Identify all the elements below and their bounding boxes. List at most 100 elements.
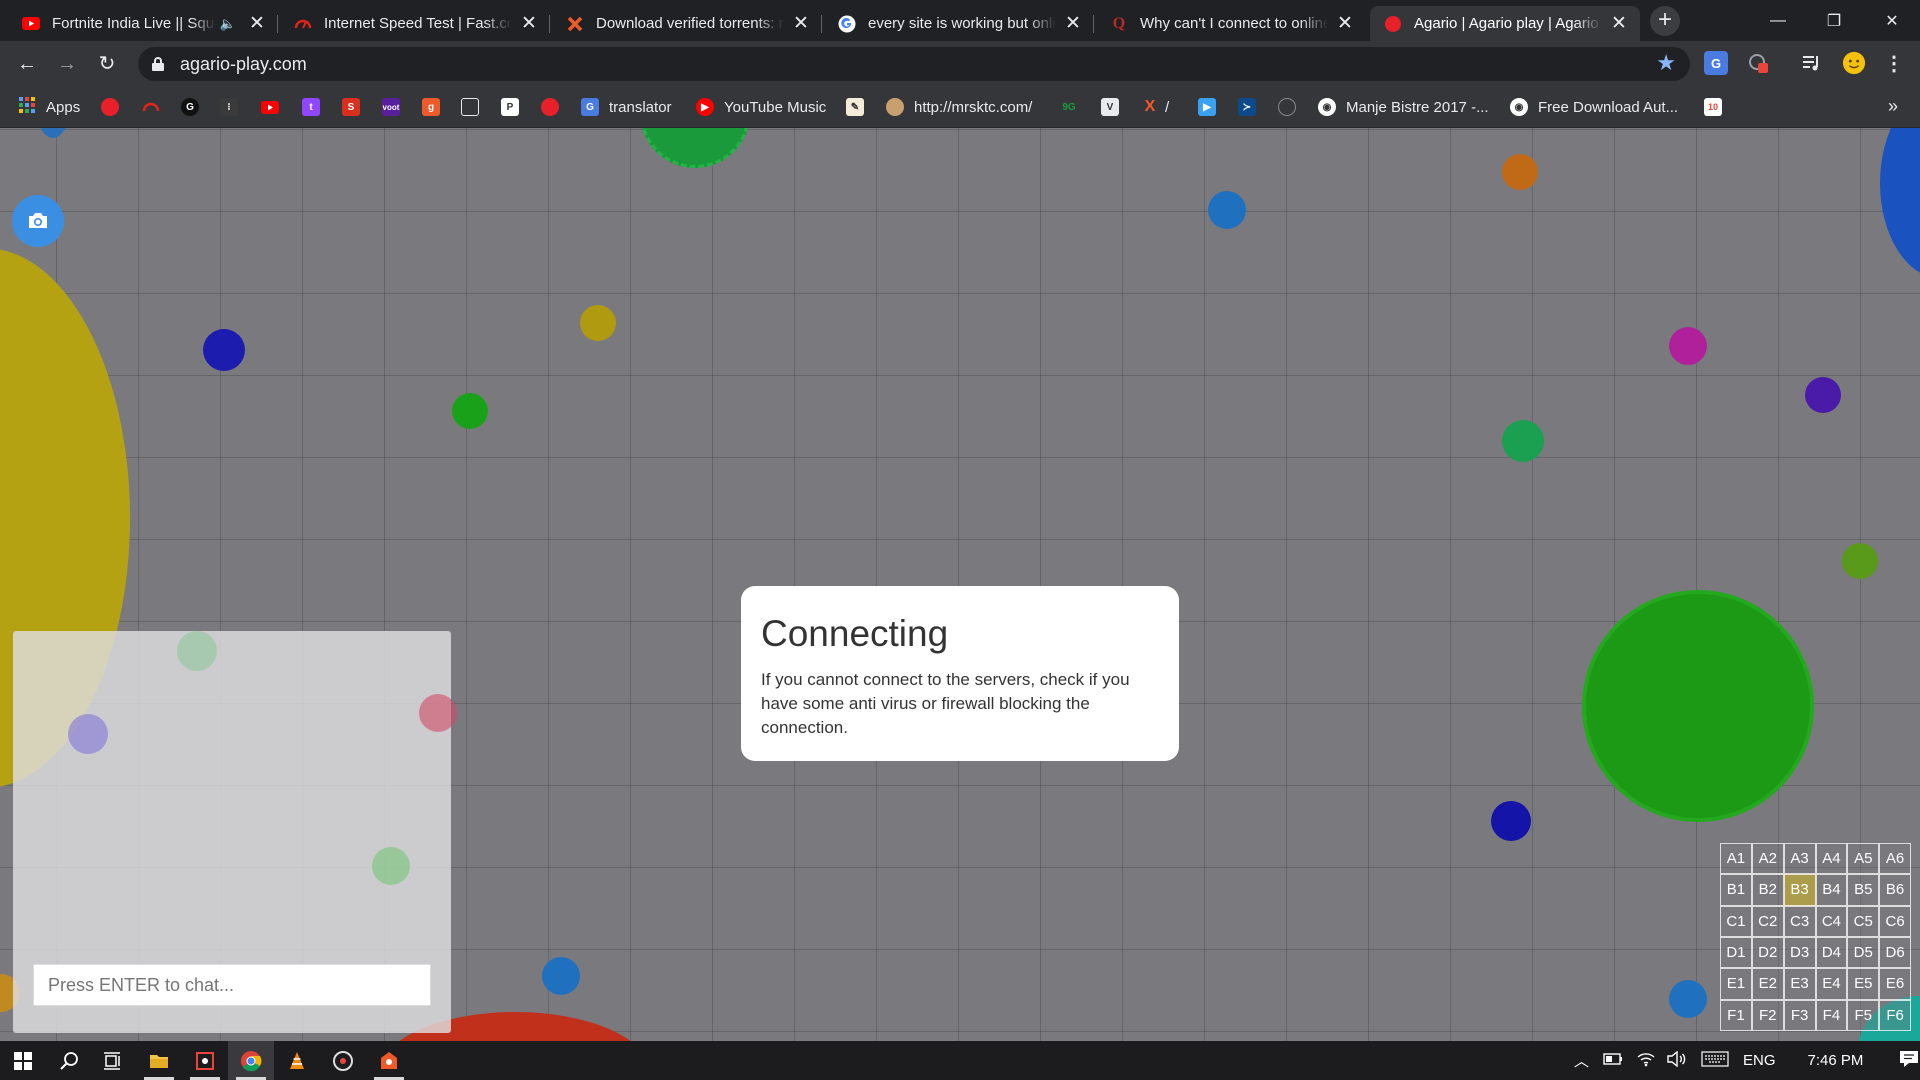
bookmark-translator[interactable]: G translator [581,96,672,118]
volume-icon[interactable] [1667,1050,1687,1071]
bookmark-gear[interactable] [1278,96,1296,118]
bookmark-vscode[interactable]: ≻ [1238,96,1256,118]
task-view-button[interactable] [90,1041,136,1080]
close-tab-icon[interactable]: ✕ [1336,14,1354,33]
bookmark-mrsktc[interactable]: http://mrsktc.com/ [886,96,1032,118]
code-icon: ≻ [1238,98,1256,116]
minimap-cell: E2 [1751,968,1784,1000]
bookmark-speedtest[interactable] [142,96,160,118]
youtube-music-icon: ▶ [696,98,714,116]
profile-avatar-icon[interactable] [1842,51,1866,75]
tab-title: Download verified torrents: m [596,15,784,32]
photo-icon: P [501,98,519,116]
bookmark-g[interactable]: G [181,96,199,118]
back-button[interactable]: ← [12,49,42,79]
bookmark-v[interactable]: V [1101,96,1119,118]
bookmark-voot[interactable]: voot [382,96,400,118]
bookmark-photo[interactable]: P [501,96,519,118]
forward-button[interactable]: → [52,49,82,79]
tab-google-search[interactable]: every site is working but onli ✕ [824,6,1094,41]
new-tab-button[interactable]: + [1650,6,1680,36]
bookmark-twitch[interactable]: t [302,96,320,118]
bookmark-x[interactable]: X / [1141,96,1170,118]
bookmark-youtube-music[interactable]: ▶ YouTube Music [696,96,826,118]
tab-torrents[interactable]: Download verified torrents: m ✕ [552,6,822,41]
reload-button[interactable]: ↻ [92,49,122,79]
battery-icon[interactable] [1603,1052,1623,1069]
extension-badge-icon[interactable] [1746,51,1770,75]
close-tab-icon[interactable]: ✕ [520,14,538,33]
clock[interactable]: 7:46 PM [1808,1052,1864,1069]
bookmark-monitor[interactable] [461,96,479,118]
menu-kebab-icon[interactable]: ⋮ [1882,51,1906,75]
notifications-icon[interactable] [1899,1050,1919,1072]
start-button[interactable] [0,1041,46,1080]
close-tab-icon[interactable]: ✕ [1610,14,1628,33]
restore-button[interactable]: ❐ [1806,0,1862,41]
language-indicator[interactable]: ENG [1743,1052,1776,1069]
sony-liv-icon: S [342,98,360,116]
cell-green-top [640,128,750,168]
close-tab-icon[interactable]: ✕ [792,14,810,33]
bookmark-sony[interactable]: S [342,96,360,118]
chevron-up-icon[interactable]: ︿ [1574,1050,1589,1071]
bookmark-9g[interactable]: 9G [1060,96,1078,118]
bookmark-star-icon[interactable]: ★ [1656,52,1676,74]
bookmarks-overflow-button[interactable]: » [1888,96,1898,117]
address-bar[interactable]: agario-play.com ★ [138,47,1690,81]
chat-input[interactable] [33,964,431,1006]
game-canvas[interactable]: Connecting If you cannot connect to the … [0,128,1920,1041]
youtube-icon [22,15,40,33]
speaker-icon[interactable]: 🔈 [220,16,236,32]
close-tab-icon[interactable]: ✕ [248,14,266,33]
tab-fortnite[interactable]: Fortnite India Live || Squad 🔈 ✕ [8,6,278,41]
bookmark-apps[interactable]: Apps [18,96,80,118]
food-pellet [177,631,217,671]
camera-icon [29,213,47,228]
keyboard-icon[interactable] [1701,1050,1729,1071]
close-window-button[interactable]: ✕ [1864,0,1920,41]
tab-fast-com[interactable]: Internet Speed Test | Fast.com ✕ [280,6,550,41]
minimap-cell: A3 [1783,843,1816,875]
speedometer-icon [294,15,312,33]
minimap-cell: C2 [1751,905,1784,937]
app-button-red[interactable] [182,1041,228,1080]
bookmark-calendar[interactable]: 10 [1704,96,1722,118]
red-dot-icon [541,98,559,116]
screenshot-button[interactable] [12,195,64,247]
google-translate-extension-icon[interactable]: G [1704,51,1728,75]
bookmark-pen[interactable]: ✎ [846,96,864,118]
bookmark-dark[interactable]: ⁝ [220,96,238,118]
food-pellet [1491,801,1531,841]
media-control-icon[interactable] [1800,51,1824,75]
chrome-button[interactable] [228,1041,274,1080]
minimap-cell: C6 [1879,905,1911,937]
bookmark-free-download[interactable]: ◉ Free Download Aut... [1510,96,1678,118]
bookmark-play[interactable]: ▶ [1198,96,1216,118]
tab-quora[interactable]: Q Why can't I connect to online ✕ [1096,6,1366,41]
minimap-cell: F6 [1879,999,1911,1031]
file-explorer-button[interactable] [136,1041,182,1080]
search-button[interactable] [46,1041,92,1080]
minimap-cell: E3 [1783,968,1816,1000]
bookmark-manje-bistre[interactable]: ◉ Manje Bistre 2017 -... [1318,96,1489,118]
minimize-button[interactable]: — [1750,0,1806,41]
bookmark-red-circle[interactable] [101,96,119,118]
bookmark-red-dot[interactable] [541,96,559,118]
tab-agario[interactable]: Agario | Agario play | Agario ✕ [1370,6,1640,41]
connecting-dialog: Connecting If you cannot connect to the … [741,586,1179,761]
bookmark-gaana[interactable]: g [422,96,440,118]
minimap-cell: E4 [1815,968,1848,1000]
media-app-button[interactable] [320,1041,366,1080]
minimap-cell: F1 [1720,999,1752,1031]
wifi-icon[interactable] [1637,1051,1655,1071]
lock-icon[interactable] [152,57,164,71]
minimap-cell: F3 [1783,999,1816,1031]
bookmark-youtube[interactable] [261,96,279,118]
close-tab-icon[interactable]: ✕ [1064,14,1082,33]
food-pellet [1805,377,1841,413]
vlc-button[interactable] [274,1041,320,1080]
url-text[interactable]: agario-play.com [180,54,307,75]
apps-grid-icon [18,96,36,118]
app-button-orange[interactable] [366,1041,412,1080]
